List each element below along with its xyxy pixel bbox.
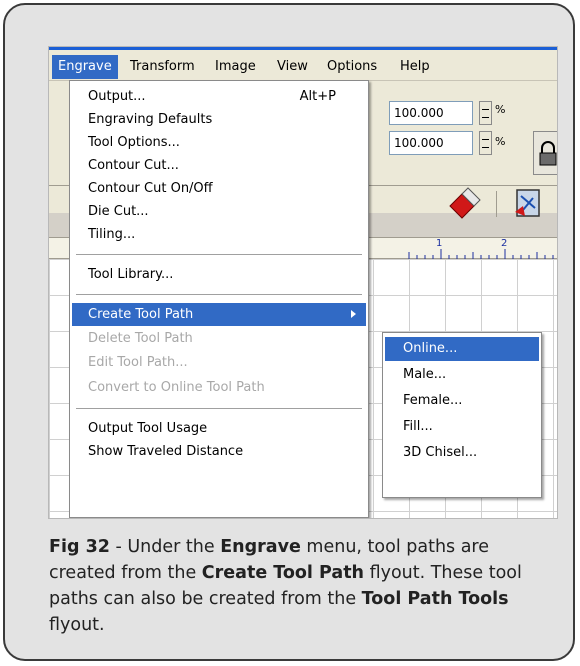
menu-item-die-cut[interactable]: Die Cut... — [72, 200, 366, 223]
flyout-item-fill[interactable]: Fill... — [385, 415, 539, 439]
ruler-label-1: 1 — [436, 238, 443, 249]
toolbar-separator — [496, 191, 497, 217]
menu-item-contour-cut-toggle[interactable]: Contour Cut On/Off — [72, 177, 366, 200]
lock-icon — [539, 141, 557, 166]
menu-image[interactable]: Image — [209, 55, 262, 79]
menu-engrave[interactable]: Engrave — [52, 55, 118, 79]
menu-bar: Engrave Transform Image View Options Hel… — [49, 47, 557, 81]
screenshot-area: Engrave Transform Image View Options Hel… — [48, 46, 558, 519]
menu-item-output-tool-usage[interactable]: Output Tool Usage — [72, 417, 366, 440]
menu-separator — [76, 294, 362, 295]
menu-view[interactable]: View — [271, 55, 314, 79]
menu-item-tool-options[interactable]: Tool Options... — [72, 131, 366, 154]
menu-item-output[interactable]: Output... Alt+P — [72, 85, 366, 108]
menu-item-create-tool-path[interactable]: Create Tool Path — [72, 303, 366, 326]
output-shortcut: Alt+P — [299, 89, 336, 104]
scale-x-field[interactable]: 100.000 — [389, 101, 473, 125]
scale-y-field[interactable]: 100.000 — [389, 131, 473, 155]
menu-item-delete-tool-path: Delete Tool Path — [88, 331, 193, 346]
menu-item-tiling[interactable]: Tiling... — [72, 223, 366, 246]
caption-text: - Under the — [109, 537, 221, 557]
menu-separator — [76, 254, 362, 255]
scale-y-unit: % — [495, 135, 506, 148]
scale-x-spinner[interactable] — [479, 101, 492, 125]
menu-help[interactable]: Help — [394, 55, 436, 79]
engrave-menu: Output... Alt+P Engraving Defaults Tool … — [69, 80, 369, 518]
scale-y-spinner[interactable] — [479, 131, 492, 155]
flyout-item-online[interactable]: Online... — [385, 337, 539, 361]
menu-item-contour-cut[interactable]: Contour Cut... — [72, 154, 366, 177]
menu-separator — [76, 408, 362, 409]
lock-button[interactable] — [533, 131, 557, 175]
flyout-item-3d-chisel[interactable]: 3D Chisel... — [385, 441, 539, 465]
create-tool-path-flyout: Online... Male... Female... Fill... 3D C… — [382, 332, 542, 498]
caption-text: flyout. — [49, 615, 105, 635]
diamond-tool-icon[interactable] — [444, 184, 486, 226]
menu-item-tool-library[interactable]: Tool Library... — [72, 263, 366, 286]
menu-item-edit-tool-path: Edit Tool Path... — [88, 355, 188, 370]
ruler-label-2: 2 — [501, 238, 508, 249]
caption-bold-create-tool-path: Create Tool Path — [201, 563, 365, 583]
flyout-item-female[interactable]: Female... — [385, 389, 539, 413]
menu-item-convert-online-tool-path: Convert to Online Tool Path — [88, 380, 265, 395]
menu-item-show-traveled-distance[interactable]: Show Traveled Distance — [72, 440, 366, 463]
caption-bold-tool-path-tools: Tool Path Tools — [361, 589, 509, 609]
figure-number: Fig 32 — [49, 537, 110, 557]
figure-card: Engrave Transform Image View Options Hel… — [3, 3, 575, 661]
menu-options[interactable]: Options — [321, 55, 383, 79]
menu-transform[interactable]: Transform — [124, 55, 201, 79]
submenu-arrow-icon — [351, 310, 356, 318]
caption-bold-engrave: Engrave — [220, 537, 301, 557]
flyout-item-male[interactable]: Male... — [385, 363, 539, 387]
scale-x-unit: % — [495, 103, 506, 116]
engrave-tool-icon[interactable] — [511, 186, 547, 222]
figure-caption: Fig 32 - Under the Engrave menu, tool pa… — [49, 534, 559, 638]
menu-item-engraving-defaults[interactable]: Engraving Defaults — [72, 108, 366, 131]
